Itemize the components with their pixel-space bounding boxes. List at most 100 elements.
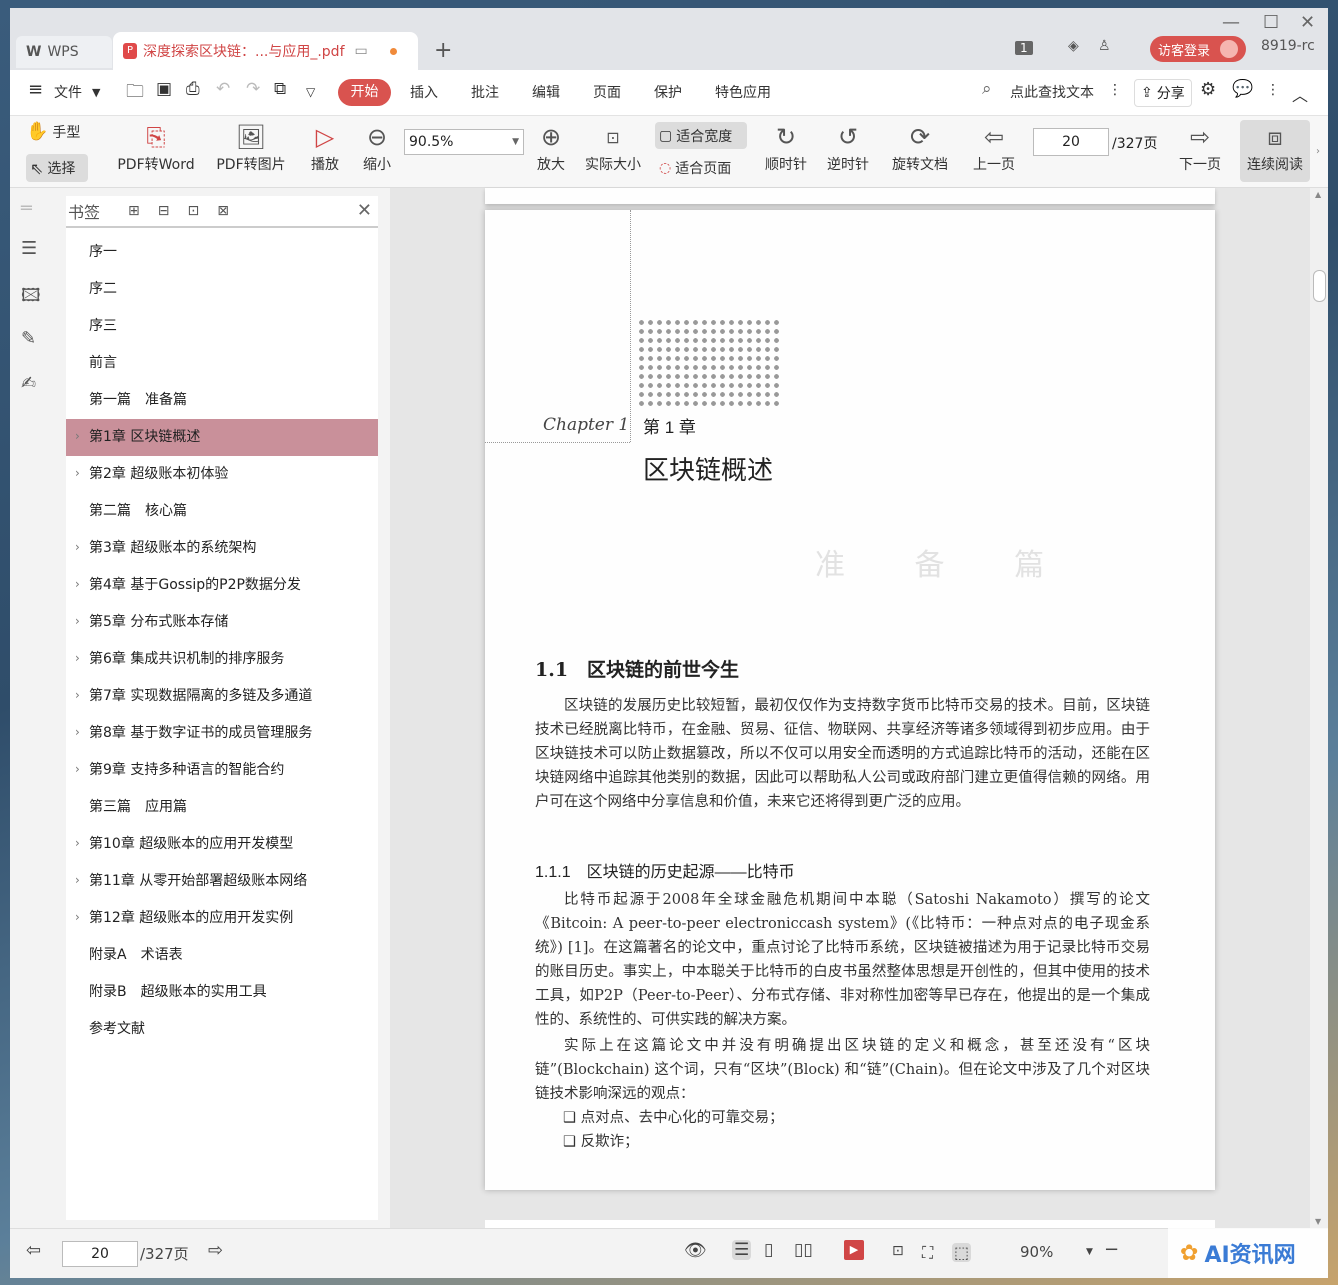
redo-icon[interactable]: ↷ — [246, 79, 260, 99]
new-tab-button[interactable]: + — [434, 38, 452, 63]
fit-page-button[interactable]: ◌ 适合页面 — [655, 154, 747, 181]
chevron-down-icon[interactable]: ▼ — [92, 86, 100, 99]
tab-start[interactable]: 开始 — [338, 79, 391, 106]
continuous-read-button[interactable]: ⧈ 连续阅读 — [1240, 120, 1310, 182]
fit-width-button[interactable]: ▢ 适合宽度 — [655, 122, 747, 149]
bookmark-item[interactable]: 前言 — [66, 345, 378, 382]
bookmark-item[interactable]: 第2章 超级账本初体验 — [66, 455, 378, 493]
minimize-button[interactable]: — — [1222, 12, 1240, 33]
continuous-view-icon[interactable]: ☰ — [732, 1240, 752, 1260]
bookmark-item[interactable]: 序一 — [66, 234, 378, 271]
bookmark-item[interactable]: 第3章 超级账本的系统架构 — [66, 529, 378, 567]
bookmark-item[interactable]: 第7章 实现数据隔离的多链及多通道 — [66, 677, 378, 715]
search-icon[interactable]: ⌕ — [982, 79, 992, 99]
zoom-in-button[interactable]: ⊕ 放大 — [530, 120, 572, 174]
outline-icon[interactable]: ☰ — [21, 238, 37, 259]
share-button[interactable]: ⇪ 分享 — [1134, 79, 1192, 107]
play-button[interactable]: ▷ 播放 — [304, 120, 346, 174]
play-icon[interactable]: ▶ — [844, 1240, 864, 1260]
bookmark-item[interactable]: 第8章 基于数字证书的成员管理服务 — [66, 714, 378, 752]
vertical-scrollbar[interactable]: ▲ ▼ — [1310, 188, 1328, 1228]
add-bookmark-icon[interactable]: ⊞ — [128, 203, 140, 219]
bookmark-item[interactable]: 第6章 集成共识机制的排序服务 — [66, 640, 378, 678]
bookmark-item[interactable]: 第9章 支持多种语言的智能合约 — [66, 751, 378, 789]
eye-protect-icon[interactable]: 👁 — [684, 1240, 707, 1261]
hand-tool-button[interactable]: ✋ 手型 — [26, 121, 88, 142]
cloud-sync-icon[interactable]: ◈ — [1068, 38, 1079, 54]
bookmark-item[interactable]: 参考文献 — [66, 1011, 378, 1048]
fit-width-icon[interactable]: ⬚ — [952, 1243, 972, 1262]
bookmark-item[interactable]: 第5章 分布式账本存储 — [66, 603, 378, 641]
scroll-up-icon[interactable]: ▲ — [1315, 190, 1321, 199]
close-panel-icon[interactable]: ✕ — [357, 200, 372, 221]
next-page-button[interactable]: ⇨ 下一页 — [1174, 120, 1226, 174]
actual-size-icon[interactable]: ⊡ — [892, 1243, 904, 1259]
rotate-counter-button[interactable]: ↺ 逆时针 — [822, 120, 874, 174]
document-viewport[interactable]: 准 备 篇 Chapter 1 第 1 章 区块链概述 1.1 区块链的前世今生… — [390, 188, 1310, 1228]
close-window-button[interactable]: ✕ — [1300, 12, 1315, 33]
status-page-input[interactable]: 20 — [62, 1241, 138, 1267]
bookmark-item[interactable]: 第一篇 准备篇 — [66, 382, 378, 419]
maximize-button[interactable]: ☐ — [1263, 12, 1279, 33]
bookmark-item[interactable]: 第10章 超级账本的应用开发模型 — [66, 825, 378, 863]
open-folder-icon[interactable]: 🗀 — [126, 79, 144, 109]
tab-page[interactable]: 页面 — [593, 82, 621, 102]
more-chevron-icon[interactable]: ▽ — [306, 85, 315, 99]
search-text-button[interactable]: 点此查找文本 — [1010, 82, 1094, 102]
bookmark-add-child-icon[interactable]: ⊡ — [187, 203, 199, 219]
tab-edit[interactable]: 编辑 — [532, 82, 560, 102]
hamburger-icon[interactable]: ≡ — [28, 79, 43, 100]
kebab-icon[interactable]: ⋮ — [1266, 82, 1280, 98]
annotation-icon[interactable]: ✎ — [21, 328, 36, 349]
tab-document[interactable]: P 深度探索区块链：...与应用_.pdf ▭ — [113, 32, 418, 70]
window-count-badge[interactable]: 1 — [1015, 41, 1033, 55]
tab-wps-home[interactable]: W WPS — [16, 36, 112, 68]
tab-protect[interactable]: 保护 — [654, 82, 682, 102]
rotate-clockwise-button[interactable]: ↻ 顺时针 — [760, 120, 812, 174]
prev-page-icon[interactable]: ⇦ — [26, 1240, 41, 1261]
two-page-view-icon[interactable]: ▯▯ — [794, 1240, 813, 1260]
zoom-out-button[interactable]: ⊖ 缩小 — [356, 120, 398, 174]
signature-icon[interactable]: ✍ — [21, 373, 36, 394]
menu-file[interactable]: 文件 — [54, 82, 82, 102]
gear-icon[interactable]: ⚙ — [1200, 79, 1216, 100]
rotate-document-button[interactable]: ⟳ 旋转文档 — [884, 120, 956, 174]
comment-icon[interactable]: 💬 — [1232, 79, 1253, 99]
scroll-down-icon[interactable]: ▼ — [1315, 1217, 1321, 1226]
expand-all-icon[interactable]: ⊟ — [158, 203, 170, 219]
next-page-icon[interactable]: ⇨ — [208, 1240, 223, 1261]
zoom-select[interactable]: 90.5% ▼ — [404, 129, 524, 155]
fit-page-icon[interactable]: ⛶ — [922, 1243, 933, 1263]
bookmark-item[interactable]: 附录A 术语表 — [66, 937, 378, 974]
pdf-to-word-button[interactable]: ⎘ PDF转Word — [110, 120, 202, 174]
thumbnail-icon[interactable]: 🖾 — [21, 283, 41, 313]
tab-annotate[interactable]: 批注 — [471, 82, 499, 102]
bookmark-item[interactable]: 第11章 从零开始部署超级账本网络 — [66, 862, 378, 900]
ribbon-scroll-right-icon[interactable]: › — [1316, 146, 1320, 157]
page-number-input[interactable]: 20 — [1033, 128, 1109, 156]
guest-login-button[interactable]: 访客登录 — [1150, 36, 1246, 62]
status-zoom-value[interactable]: 90% — [1020, 1243, 1053, 1261]
bookmark-item[interactable]: 第12章 超级账本的应用开发实例 — [66, 899, 378, 937]
scrollbar-thumb[interactable] — [1313, 270, 1326, 302]
tab-insert[interactable]: 插入 — [410, 82, 438, 102]
bookmark-item[interactable]: 序三 — [66, 308, 378, 345]
actual-size-button[interactable]: ⊡ 实际大小 — [580, 120, 646, 174]
bookmark-item[interactable]: 第二篇 核心篇 — [66, 493, 378, 530]
single-page-view-icon[interactable]: ▯ — [764, 1240, 773, 1260]
zoom-dropdown-icon[interactable]: ▼ — [1086, 1247, 1093, 1257]
bookmark-item[interactable]: 附录B 超级账本的实用工具 — [66, 974, 378, 1011]
bookmark-item[interactable]: 第1章 区块链概述 — [66, 418, 378, 456]
save-icon[interactable]: ▣ — [156, 79, 172, 99]
print-icon[interactable]: ⎙ — [186, 79, 200, 99]
skin-icon[interactable]: ♙ — [1098, 38, 1111, 54]
prev-page-button[interactable]: ⇦ 上一页 — [968, 120, 1020, 174]
collapse-chevron-icon[interactable]: ︿ — [1292, 82, 1308, 106]
bookmark-edit-icon[interactable]: ⊠ — [217, 203, 229, 219]
bookmark-item[interactable]: 第三篇 应用篇 — [66, 789, 378, 826]
undo-icon[interactable]: ↶ — [216, 79, 230, 99]
bookmark-item[interactable]: 第4章 基于Gossip的P2P数据分发 — [66, 566, 378, 604]
export-icon[interactable]: ⧉ — [274, 79, 286, 99]
more-options-icon[interactable]: ⋮ — [1108, 82, 1122, 98]
zoom-out-icon[interactable]: − — [1104, 1239, 1119, 1260]
